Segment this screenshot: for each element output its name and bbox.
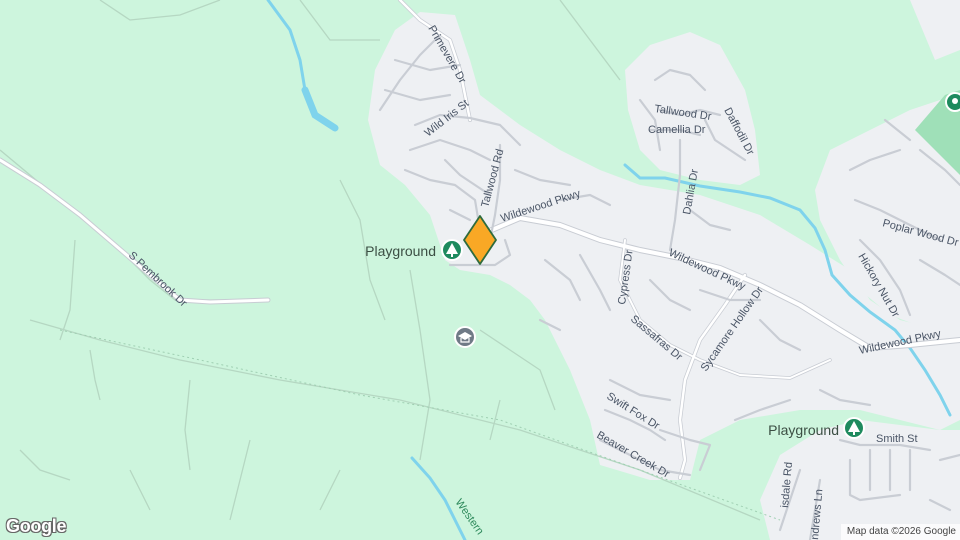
- google-logo[interactable]: Google: [6, 516, 67, 537]
- poi-pin[interactable]: [945, 92, 960, 112]
- map-canvas[interactable]: Primevere Dr Wild Iris St Tallwood Rd Wi…: [0, 0, 960, 540]
- street-label-camellia: Camellia Dr: [648, 124, 706, 136]
- poi-playground-1[interactable]: Playground: [365, 239, 463, 261]
- poi-school[interactable]: [454, 326, 476, 348]
- poi-label-playground-1: Playground: [365, 243, 436, 259]
- poi-label-playground-2: Playground: [768, 422, 839, 438]
- map-attribution[interactable]: Map data ©2026 Google: [840, 524, 960, 540]
- street-label-smith: Smith St: [876, 433, 918, 445]
